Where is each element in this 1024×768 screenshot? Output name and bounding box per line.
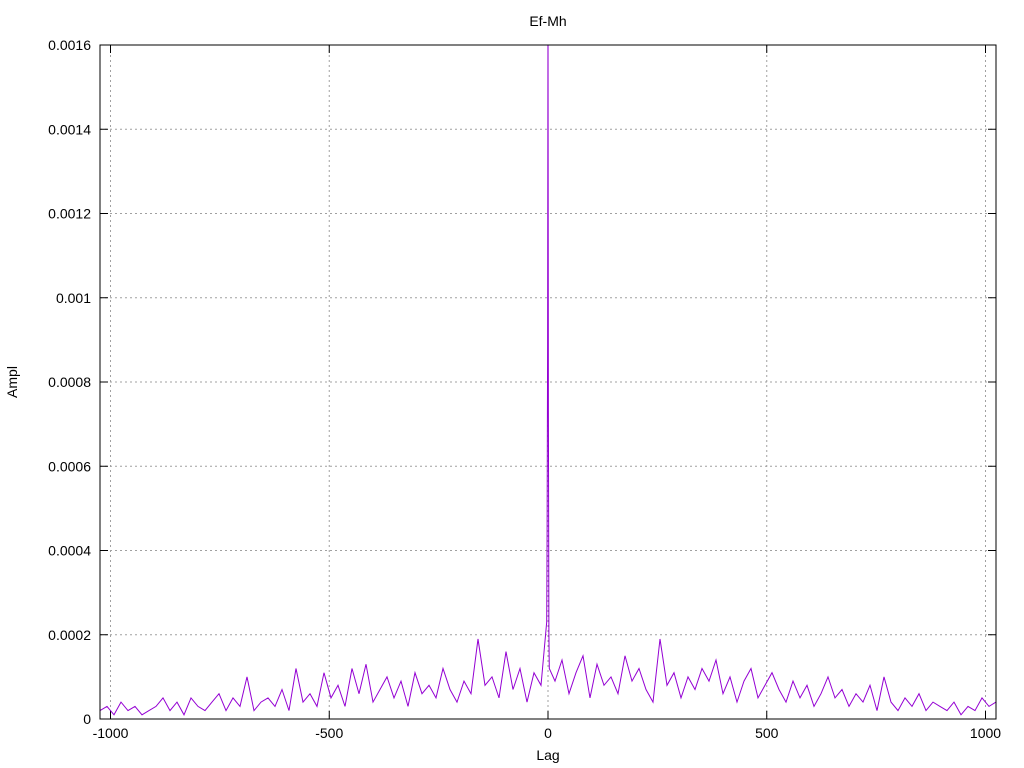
series-line	[100, 45, 996, 716]
y-tick-label: 0.001	[56, 290, 91, 306]
x-tick-label: -1000	[93, 725, 129, 741]
chart: Ef-Mh Lag Ampl -1000 -500 0 500 1000 0 0.0002 0…	[4, 13, 1001, 763]
series-group	[100, 45, 996, 716]
y-tick-label: 0.0008	[48, 374, 91, 390]
y-axis-label: Ampl	[4, 366, 20, 398]
x-tick-label: 0	[544, 725, 552, 741]
chart-title: Ef-Mh	[529, 13, 566, 29]
y-tick-label: 0.0014	[48, 121, 91, 137]
x-tick-label: -500	[315, 725, 343, 741]
x-tick-label: 500	[755, 725, 779, 741]
y-tick-label: 0.0012	[48, 206, 91, 222]
axis-ticks: -1000 -500 0 500 1000 0 0.0002 0.0004 0.0006 0.00…	[48, 37, 1001, 741]
y-tick-label: 0.0004	[48, 543, 91, 559]
x-axis-label: Lag	[536, 747, 559, 763]
y-tick-label: 0.0016	[48, 37, 91, 53]
y-tick-label: 0.0002	[48, 627, 91, 643]
y-tick-label: 0.0006	[48, 458, 91, 474]
x-tick-label: 1000	[970, 725, 1001, 741]
y-tick-label: 0	[83, 711, 91, 727]
